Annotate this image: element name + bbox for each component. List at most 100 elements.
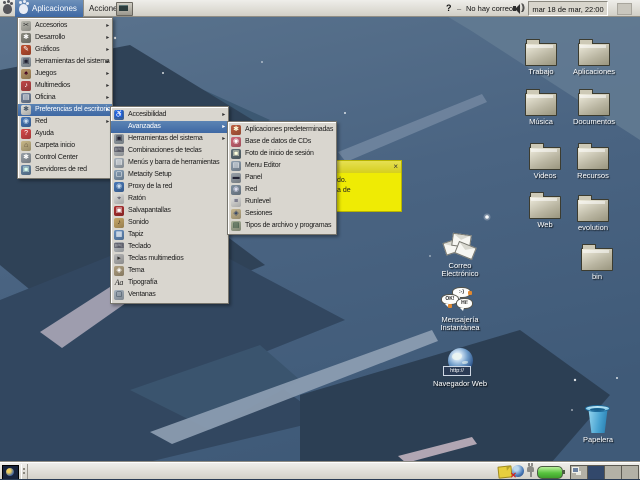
menu-item-proxy-de-la-red[interactable]: ◉ Proxy de la red [111, 181, 228, 193]
trash-can-icon [583, 404, 613, 434]
volume-icon[interactable]: )) [513, 3, 527, 14]
wallpaper-icon: ▦ [114, 230, 124, 240]
menu-item-sesiones[interactable]: ◈Sesiones [228, 208, 336, 220]
menu-item-salvapantallas[interactable]: ▣Salvapantallas [111, 205, 228, 217]
menu-item-control-center[interactable]: ✱Control Center [18, 152, 112, 164]
menu-item-tapiz[interactable]: ▦Tapiz [111, 229, 228, 241]
folder-icon [577, 199, 609, 222]
tray-icon[interactable] [617, 3, 632, 15]
menu-item-servidores-de-red[interactable]: ▣Servidores de red [18, 164, 112, 176]
menu-item-tipos-de-archivo-y-programas[interactable]: ▤Tipos de archivo y programas [228, 220, 336, 232]
menu-item-carpeta-inicio[interactable]: ⌂Carpeta inicio [18, 140, 112, 152]
menu-item-accesibilidad[interactable]: ♿Accesibilidad▸ [111, 109, 228, 121]
menu-item-label: Preferencias del escritorio [35, 104, 111, 116]
network-prefs-icon: ◉ [231, 185, 241, 195]
menu-item-label: Control Center [35, 152, 78, 164]
home-folder-icon: ⌂ [21, 141, 31, 151]
menu-item-label: Servidores de red [35, 164, 87, 176]
sticky-note-text: a de [337, 187, 351, 194]
menu-item-juegos[interactable]: ♠ Juegos ▸ [18, 68, 112, 80]
panel-handle[interactable] [21, 464, 28, 479]
menu-item-oficina[interactable]: ▤Oficina▸ [18, 92, 112, 104]
menu-item-label: Menús y barra de herramientas [128, 157, 219, 169]
menu-item-label: Juegos [35, 68, 56, 80]
battery-monitor-icon[interactable] [537, 466, 563, 479]
http-badge: http:// [443, 366, 471, 376]
help-indicator-icon[interactable]: ? [446, 3, 452, 13]
advanced-submenu: ✱Aplicaciones predeterminadas◉Base de da… [227, 121, 337, 235]
desktop-folder-aplicaciones[interactable]: Aplicaciones [558, 38, 630, 76]
panel-icon: ▬ [231, 173, 241, 183]
help-icon: ? [21, 129, 31, 139]
folder-icon [578, 93, 610, 116]
menu-item-combinaciones-de-teclas[interactable]: ⌨Combinaciones de teclas [111, 145, 228, 157]
workspace-cell-4[interactable] [622, 466, 638, 479]
menu-item-aplicaciones-predeterminadas[interactable]: ✱Aplicaciones predeterminadas [228, 124, 336, 136]
typography-icon: Aa [114, 278, 124, 288]
submenu-arrow-icon: ▸ [106, 68, 109, 80]
folder-icon [525, 43, 557, 66]
menu-item-herramientas-del-sistema[interactable]: ▣Herramientas del sistema▸ [18, 56, 112, 68]
desktop-launcher-papelera[interactable]: Papelera [562, 404, 634, 444]
submenu-arrow-icon: ▸ [106, 20, 109, 32]
network-offline-icon[interactable] [512, 465, 524, 477]
menu-item-teclas-multimedios[interactable]: ▸Teclas multimedios [111, 253, 228, 265]
speaker-cone [515, 4, 520, 14]
proxy-globe-icon: ◉ [114, 182, 124, 192]
menu-item-label: Proxy de la red [128, 181, 172, 193]
menu-item-foto-de-inicio-de-sesion[interactable]: ▣Foto de inicio de sesión [228, 148, 336, 160]
menu-item-menus-y-barra-de-herramientas[interactable]: ▤Menús y barra de herramientas [111, 157, 228, 169]
graphics-icon: ✎ [21, 45, 31, 55]
menu-item-sonido[interactable]: ♪Sonido [111, 217, 228, 229]
workspace-cell-2[interactable] [588, 466, 605, 479]
menu-item-runlevel[interactable]: ≡Runlevel [228, 196, 336, 208]
menu-item-label: Runlevel [245, 196, 271, 208]
menu-item-label: Menu Editor [245, 160, 281, 172]
desktop-folder-bin[interactable]: bin [561, 243, 633, 281]
menu-item-base-de-datos-de-cds[interactable]: ◉Base de datos de CDs [228, 136, 336, 148]
clock-applet[interactable]: mar 18 de mar, 22:00 [528, 1, 608, 16]
monitor-launcher-icon[interactable] [116, 2, 133, 16]
games-icon: ♠ [21, 69, 31, 79]
menu-item-graficos[interactable]: ✎Gráficos▸ [18, 44, 112, 56]
menu-item-accesorios[interactable]: ✂Accesorios▸ [18, 20, 112, 32]
menu-item-red[interactable]: ◉Red [228, 184, 336, 196]
desktop-launcher-navegador-web[interactable]: http://Navegador Web [424, 348, 496, 388]
desktop-launcher-mensajeria-instantanea[interactable]: :-)OK!Hi!Mensajería Instantánea [424, 287, 496, 332]
envelope-icon [454, 241, 476, 260]
desktop-launcher-correo-electronico[interactable]: Correo Electrónico [424, 232, 496, 278]
workspace-cell-3[interactable] [605, 466, 622, 479]
icon-label: Recursos [557, 172, 629, 180]
menu-item-label: Gráficos [35, 44, 59, 56]
menu-item-multimedios[interactable]: ♪Multimedios▸ [18, 80, 112, 92]
workspace-cell-1[interactable] [571, 466, 588, 479]
menu-item-avanzadas[interactable]: Avanzadas▸ [111, 121, 228, 133]
desktop-folder-evolution[interactable]: evolution [557, 194, 629, 232]
menu-item-panel[interactable]: ▬ Panel [228, 172, 336, 184]
close-icon[interactable]: × [393, 162, 398, 172]
menu-item-ventanas[interactable]: ▢Ventanas [111, 289, 228, 301]
taskbar-launcher-icon[interactable] [2, 465, 19, 480]
workspace-switcher[interactable] [570, 465, 639, 480]
menu-item-teclado[interactable]: ⌨Teclado [111, 241, 228, 253]
desktop-folder-documentos[interactable]: Documentos [558, 88, 630, 126]
menu-item-desarrollo[interactable]: ✱Desarrollo▸ [18, 32, 112, 44]
menu-item-tipografia[interactable]: AaTipografía [111, 277, 228, 289]
menu-item-herramientas-del-sistema[interactable]: ▣Herramientas del sistema▸ [111, 133, 228, 145]
submenu-arrow-icon: ▸ [106, 116, 109, 128]
menu-item-label: Panel [245, 172, 262, 184]
menu-item-metacity-setup[interactable]: ▢Metacity Setup [111, 169, 228, 181]
desktop-folder-recursos[interactable]: Recursos [557, 142, 629, 180]
applications-menu-button[interactable]: Aplicaciones [15, 0, 84, 17]
folder-icon [581, 248, 613, 271]
menu-item-ayuda[interactable]: ?Ayuda [18, 128, 112, 140]
applet-dash-icon: – [457, 4, 461, 13]
menu-item-preferencias-del-escritorio[interactable]: ✱Preferencias del escritorio▸ [18, 104, 112, 116]
menu-item-menu-editor[interactable]: ▤ Menu Editor [228, 160, 336, 172]
menu-editor-icon: ▤ [231, 161, 241, 171]
menu-item-raton[interactable]: ⌖Ratón [111, 193, 228, 205]
icon-label: bin [561, 273, 633, 281]
gnome-foot-icon [19, 4, 28, 14]
menu-item-red[interactable]: ◉Red▸ [18, 116, 112, 128]
menu-item-tema[interactable]: ◈Tema [111, 265, 228, 277]
